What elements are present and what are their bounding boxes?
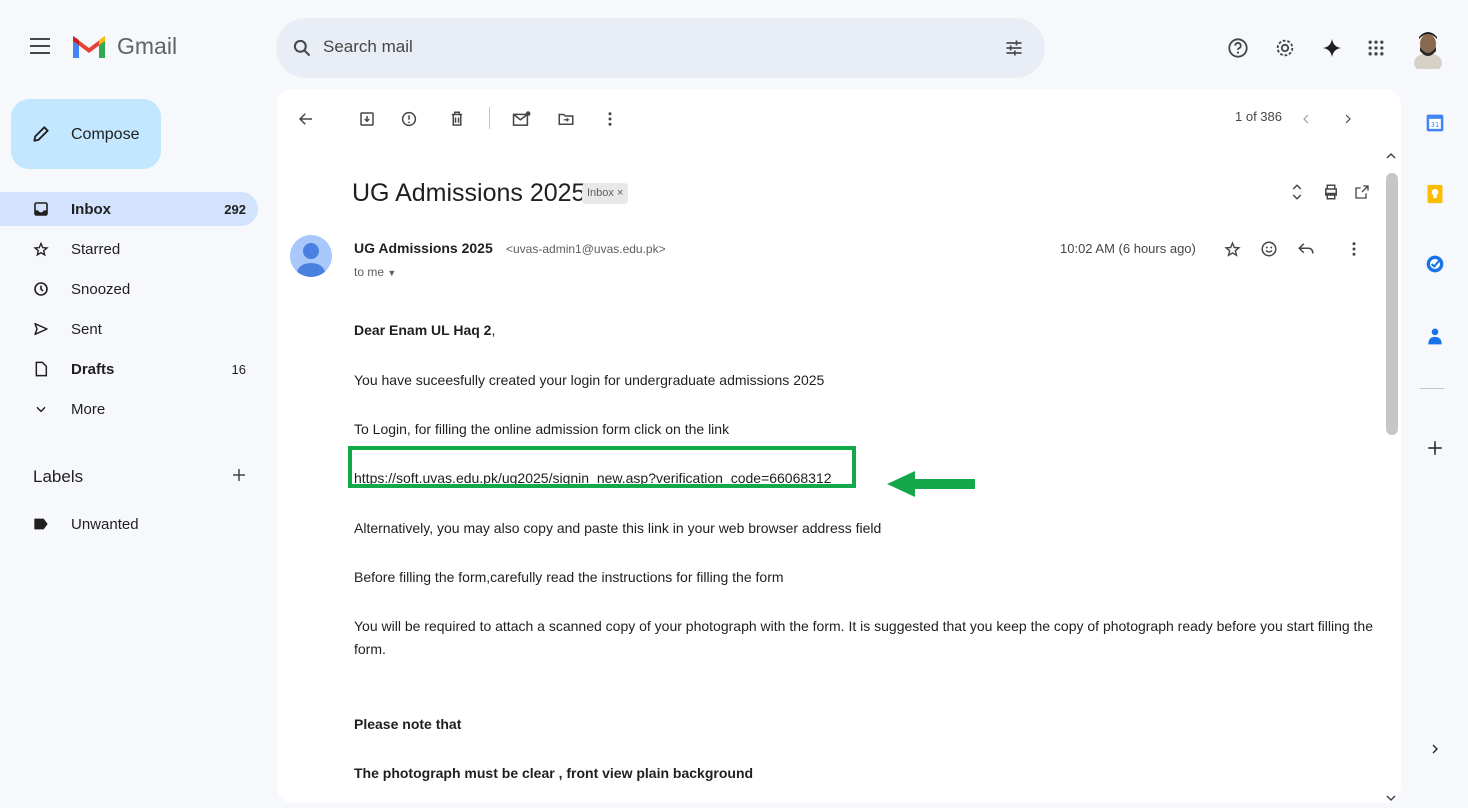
contacts-icon[interactable] [1423,324,1447,348]
draft-icon [33,361,49,377]
main-menu-icon[interactable] [30,38,50,54]
account-avatar[interactable] [1410,29,1446,69]
body-line-5: You will be required to attach a scanned… [354,618,1374,634]
scroll-up-icon[interactable] [1386,151,1396,161]
recipient-name: Enam UL Haq 2 [389,322,492,338]
clock-icon [33,281,49,297]
greeting-suffix: , [491,322,496,338]
search-input[interactable]: Search mail [323,37,413,57]
sender-email: <uvas-admin1@uvas.edu.pk> [506,242,666,256]
message-subject: UG Admissions 2025 [352,179,586,207]
open-new-window-icon[interactable] [1350,181,1374,203]
search-icon[interactable] [292,38,312,58]
star-icon [33,241,49,257]
archive-icon[interactable] [355,108,379,130]
pencil-icon [33,126,49,142]
body-line-4: Before filling the form,carefully read t… [354,569,784,585]
gemini-sparkle-icon[interactable] [1320,36,1344,60]
expand-all-icon[interactable] [1285,181,1309,203]
sidebar-item-drafts[interactable]: Drafts 16 [0,352,258,386]
compose-label: Compose [71,126,140,143]
sidebar-item-label: Sent [71,321,102,338]
print-icon[interactable] [1319,181,1343,203]
apps-grid-icon[interactable] [1364,36,1388,60]
recipient-text: to me [354,265,385,279]
emoji-react-icon[interactable] [1258,238,1280,260]
mark-unread-icon[interactable] [510,108,534,130]
scrollbar-thumb[interactable] [1386,173,1398,435]
newer-chevron-icon[interactable] [1294,108,1318,130]
app-title: Gmail [117,33,178,59]
get-addons-plus-icon[interactable] [1423,436,1447,460]
label-item-unwanted[interactable]: Unwanted [0,507,258,541]
drafts-count: 16 [231,362,246,377]
body-line-1: You have suceesfully created your login … [354,372,825,388]
move-to-icon[interactable] [554,108,578,130]
label-name: Unwanted [71,516,139,533]
report-spam-icon[interactable] [397,108,421,130]
rail-divider [1420,388,1444,389]
star-message-icon[interactable] [1221,238,1243,260]
label-icon [33,516,49,532]
greeting-prefix: Dear [354,322,390,338]
send-icon [33,321,49,337]
gmail-logo[interactable] [70,32,108,60]
body-line-6: The photograph must be clear , front vie… [354,765,754,781]
top-bar: Gmail Search mail [0,0,1468,98]
message-time: 10:02 AM (6 hours ago) [1060,241,1196,256]
sidebar-item-label: Starred [71,241,121,258]
link-highlight-box [348,446,856,488]
pagination-count: 1 of 386 [1235,109,1282,124]
toolbar-divider [489,107,490,129]
sidebar-item-snoozed[interactable]: Snoozed [0,272,258,306]
left-arrow-annotation-icon [887,471,975,497]
inbox-icon [33,201,49,217]
keep-icon[interactable] [1423,182,1447,206]
message-scrollbar[interactable] [1382,151,1401,803]
sender-avatar[interactable] [290,235,332,277]
message-panel: 1 of 386 UG Admissions 2025 Inbox × UG A… [277,89,1401,803]
calendar-icon[interactable]: 31 [1423,111,1447,135]
sidebar-item-label: Snoozed [71,281,131,298]
more-options-icon[interactable] [598,108,622,130]
chevron-down-icon [33,401,49,417]
search-bar[interactable]: Search mail [276,18,1045,78]
sidebar-item-more[interactable]: More [0,392,258,426]
reply-icon[interactable] [1295,238,1317,260]
sidebar-item-label: Inbox [71,201,111,218]
body-line-5-cont: form. [354,641,386,657]
sidebar-item-inbox[interactable]: Inbox 292 [0,192,258,226]
delete-trash-icon[interactable] [445,108,469,130]
sidebar-item-starred[interactable]: Starred [0,232,258,266]
inbox-count: 292 [224,202,246,217]
compose-button[interactable]: Compose [11,99,161,169]
help-icon[interactable] [1226,36,1250,60]
recipient-details[interactable]: to me ▼ [354,265,396,279]
greeting: Dear Enam UL Haq 2, [354,322,495,338]
sidebar-item-sent[interactable]: Sent [0,312,258,346]
body-line-2: To Login, for filling the online admissi… [354,421,730,437]
labels-heading: Labels [33,467,84,486]
create-label-plus-icon[interactable] [230,466,248,484]
body-line-3: Alternatively, you may also copy and pas… [354,520,882,536]
message-more-icon[interactable] [1343,238,1365,260]
inbox-label-chip[interactable]: Inbox × [582,183,629,204]
caret-down-icon[interactable]: ▼ [387,268,396,278]
scroll-down-icon[interactable] [1386,793,1396,803]
tasks-icon[interactable] [1423,252,1447,276]
note-heading: Please note that [354,716,462,732]
svg-text:31: 31 [1431,121,1439,129]
search-options-icon[interactable] [1004,38,1024,58]
settings-gear-icon[interactable] [1273,36,1297,60]
show-side-panel-chevron-icon[interactable] [1423,737,1447,761]
sender-name[interactable]: UG Admissions 2025 [354,240,493,256]
sidebar-item-label: Drafts [71,361,115,378]
older-chevron-icon[interactable] [1336,108,1360,130]
back-arrow-icon[interactable] [294,108,318,130]
sidebar-item-label: More [71,401,106,418]
